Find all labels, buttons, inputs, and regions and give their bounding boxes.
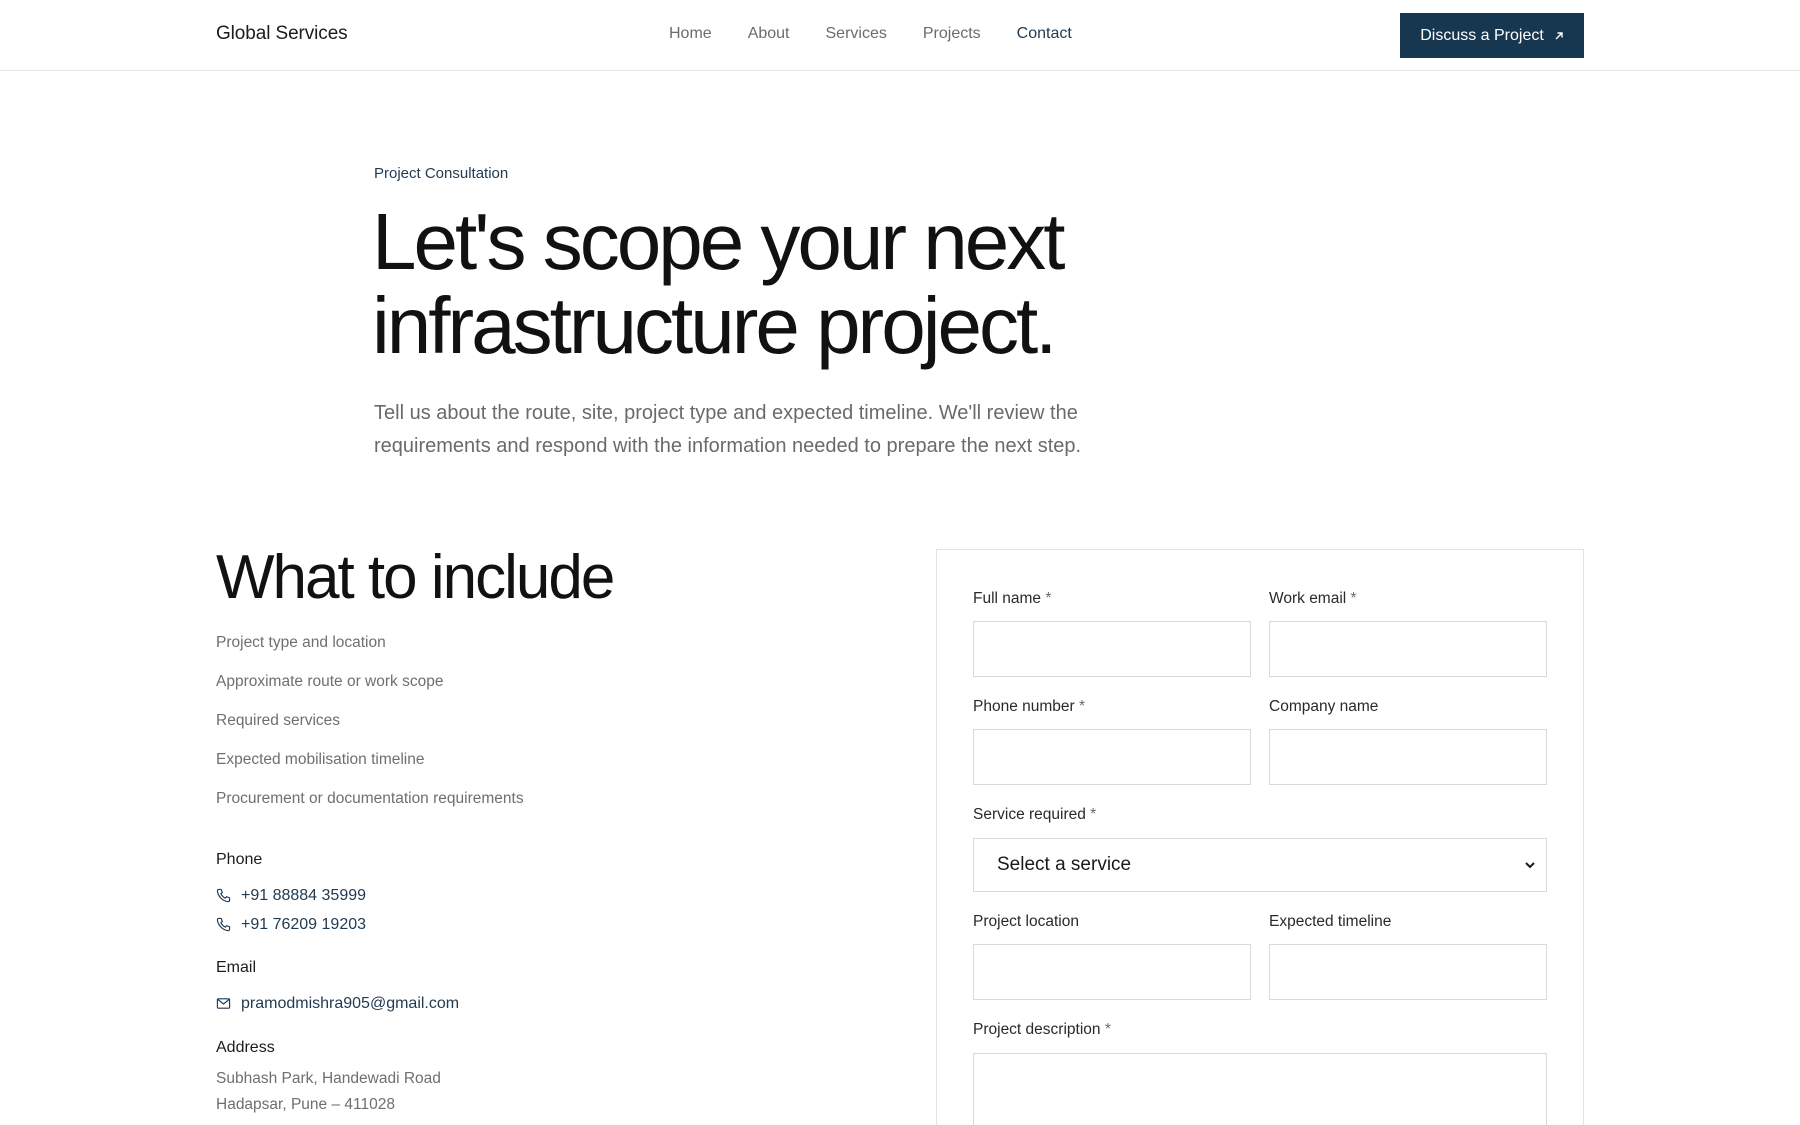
- phone-number-input[interactable]: [973, 729, 1251, 785]
- phone-icon: [216, 917, 231, 932]
- list-item: Required services: [216, 712, 341, 729]
- service-required-label: Service required *: [973, 806, 1096, 824]
- phone-heading: Phone: [216, 851, 263, 868]
- phone-link-1[interactable]: +91 88884 35999: [216, 881, 366, 910]
- address-section: Address Subhash Park, Handewadi Road Had…: [216, 1039, 441, 1121]
- email-heading: Email: [216, 959, 257, 976]
- project-location-input[interactable]: [973, 944, 1251, 1000]
- brand-logo-text[interactable]: Global Services: [216, 23, 348, 45]
- service-select[interactable]: Select a service: [973, 838, 1547, 892]
- site-header: Global Services Home About Services Proj…: [0, 0, 1800, 71]
- project-description-label-text: Project description: [973, 1021, 1101, 1038]
- expected-timeline-label-text: Expected timeline: [1269, 913, 1392, 930]
- phone-link-2[interactable]: +91 76209 19203: [216, 910, 366, 939]
- required-mark: *: [1079, 698, 1086, 715]
- phone-number: +91 76209 19203: [241, 915, 367, 933]
- company-name-label-text: Company name: [1269, 698, 1379, 715]
- expected-timeline-input[interactable]: [1269, 944, 1547, 1000]
- address-line-2: Hadapsar, Pune – 411028: [216, 1096, 395, 1113]
- phone-number-label: Phone number *: [973, 698, 1085, 716]
- service-select-value: Select a service: [997, 854, 1132, 875]
- project-location-label: Project location: [973, 913, 1079, 931]
- list-item: Project type and location: [216, 634, 386, 651]
- email-link[interactable]: pramodmishra905@gmail.com: [216, 989, 459, 1018]
- full-name-label: Full name *: [973, 590, 1051, 608]
- company-name-label: Company name: [1269, 698, 1378, 716]
- full-name-input[interactable]: [973, 621, 1251, 677]
- consultation-form: Full name * Work email * Phone number * …: [936, 549, 1584, 1125]
- page-title-line-1: Let's scope your next: [372, 197, 1065, 286]
- full-name-label-text: Full name: [973, 590, 1042, 607]
- page-title-line-2: infrastructure project.: [372, 281, 1057, 370]
- list-item: Expected mobilisation timeline: [216, 751, 425, 768]
- phone-number-label-text: Phone number: [973, 698, 1075, 715]
- discuss-project-label: Discuss a Project: [1420, 26, 1544, 44]
- phone-number: +91 88884 35999: [241, 886, 367, 904]
- required-mark: *: [1045, 590, 1052, 607]
- phone-section: Phone +91 88884 35999 +91 76209 19203: [216, 851, 366, 939]
- nav-contact[interactable]: Contact: [1017, 25, 1072, 43]
- project-description-textarea[interactable]: [973, 1053, 1547, 1125]
- page-subtitle: Tell us about the route, site, project t…: [374, 402, 1082, 457]
- nav-home[interactable]: Home: [669, 25, 712, 43]
- list-item: Procurement or documentation requirement…: [216, 790, 524, 807]
- expected-timeline-label: Expected timeline: [1269, 913, 1391, 931]
- required-mark: *: [1104, 1021, 1111, 1038]
- project-location-label-text: Project location: [973, 913, 1079, 930]
- include-list: Project type and location Approximate ro…: [216, 633, 524, 828]
- email-address: pramodmishra905@gmail.com: [241, 994, 460, 1012]
- work-email-label-text: Work email: [1269, 590, 1347, 607]
- nav-services[interactable]: Services: [826, 25, 887, 43]
- eyebrow-label: Project Consultation: [374, 165, 509, 182]
- address-line-1: Subhash Park, Handewadi Road: [216, 1070, 441, 1087]
- company-name-input[interactable]: [1269, 729, 1547, 785]
- page-title: Let's scope your next infrastructure pro…: [372, 200, 1232, 368]
- list-item: Approximate route or work scope: [216, 673, 444, 690]
- mail-icon: [216, 998, 231, 1009]
- required-mark: *: [1090, 806, 1097, 823]
- work-email-label: Work email *: [1269, 590, 1357, 608]
- work-email-input[interactable]: [1269, 621, 1547, 677]
- address-heading: Address: [216, 1039, 275, 1056]
- phone-icon: [216, 888, 231, 903]
- main-nav: Home About Services Projects Contact: [669, 25, 1108, 43]
- service-required-label-text: Service required: [973, 806, 1086, 823]
- required-mark: *: [1350, 590, 1357, 607]
- discuss-project-button[interactable]: Discuss a Project: [1400, 13, 1584, 58]
- include-heading: What to include: [216, 543, 615, 612]
- nav-projects[interactable]: Projects: [923, 25, 981, 43]
- nav-about[interactable]: About: [748, 25, 790, 43]
- project-description-label: Project description *: [973, 1021, 1111, 1039]
- email-section: Email pramodmishra905@gmail.com: [216, 959, 459, 1018]
- arrow-up-right-icon: [1555, 31, 1563, 39]
- chevron-down-icon: [1525, 862, 1535, 869]
